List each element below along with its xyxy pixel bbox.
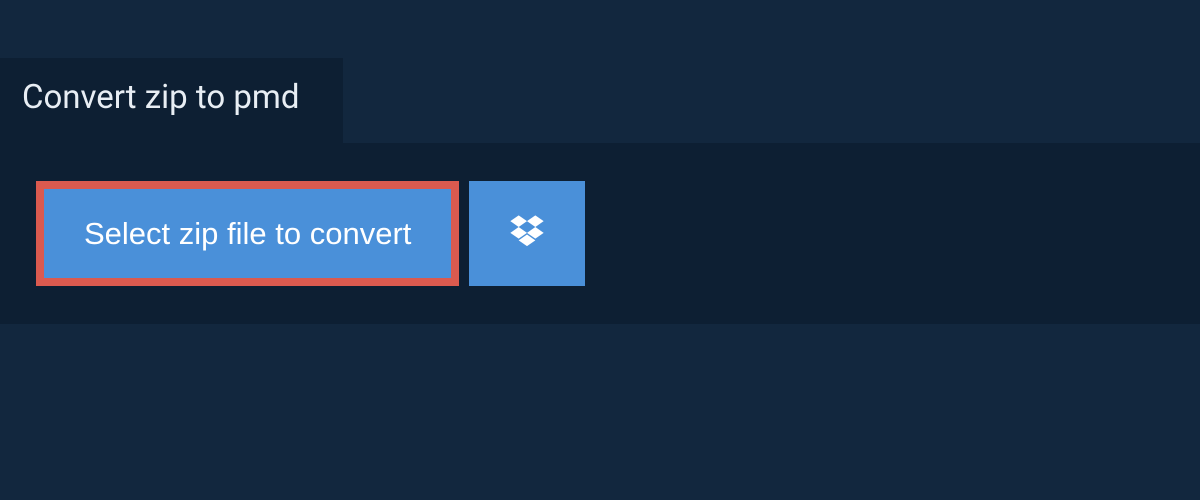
tab-strip: Convert zip to pmd [0, 0, 1200, 143]
button-row: Select zip file to convert [36, 181, 1164, 286]
tab-convert[interactable]: Convert zip to pmd [0, 58, 343, 143]
dropbox-icon [507, 212, 547, 255]
select-file-button[interactable]: Select zip file to convert [36, 181, 459, 286]
dropbox-button[interactable] [469, 181, 585, 286]
select-file-label: Select zip file to convert [84, 216, 411, 251]
convert-panel: Select zip file to convert [0, 143, 1200, 324]
tab-title: Convert zip to pmd [22, 78, 299, 117]
